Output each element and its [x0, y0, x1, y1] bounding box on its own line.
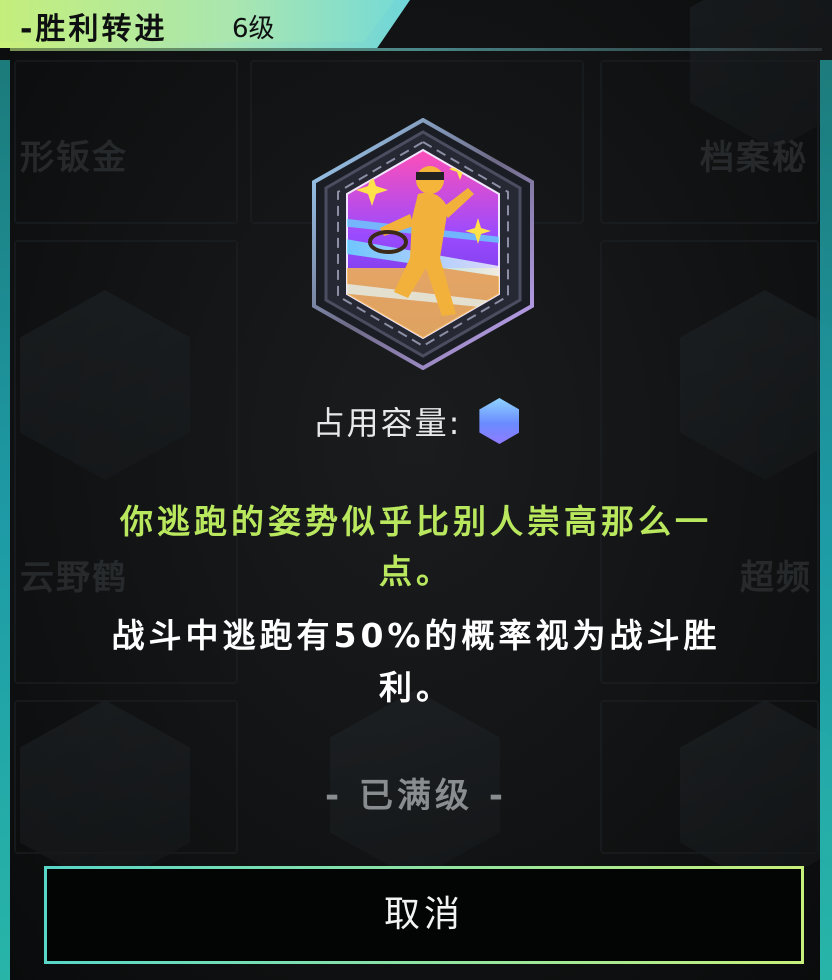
max-level-status: - 已满级 - [325, 776, 507, 816]
left-edge-glow [0, 60, 10, 980]
effect-description: 战斗中逃跑有50%的概率视为战斗胜利。 [111, 616, 721, 707]
flavor-text: 你逃跑的姿势似乎比别人崇高那么一点。 [120, 502, 712, 591]
chip-name: -胜利转进 [20, 12, 168, 47]
chip-detail-screen: 形钣金 档案秘 云野鹤 超频 -胜利转进 6级 占用容量: 你逃跑的姿势似乎比别… [0, 0, 832, 980]
background-tile-label: 超频 [740, 558, 812, 598]
running-figure-badge-icon [312, 118, 534, 370]
background-tile-label: 形钣金 [20, 138, 128, 178]
right-edge-glow [820, 60, 832, 980]
capacity-hex-icon [479, 398, 520, 444]
capacity-row: 占用容量: [0, 398, 832, 444]
header-divider [10, 48, 822, 51]
cancel-button[interactable]: 取消 [44, 866, 804, 964]
capacity-label: 占用容量: [312, 404, 462, 442]
background-tile-label: 档案秘 [700, 138, 808, 178]
chip-level: 6级 [232, 14, 275, 44]
cancel-button-label: 取消 [383, 894, 464, 935]
